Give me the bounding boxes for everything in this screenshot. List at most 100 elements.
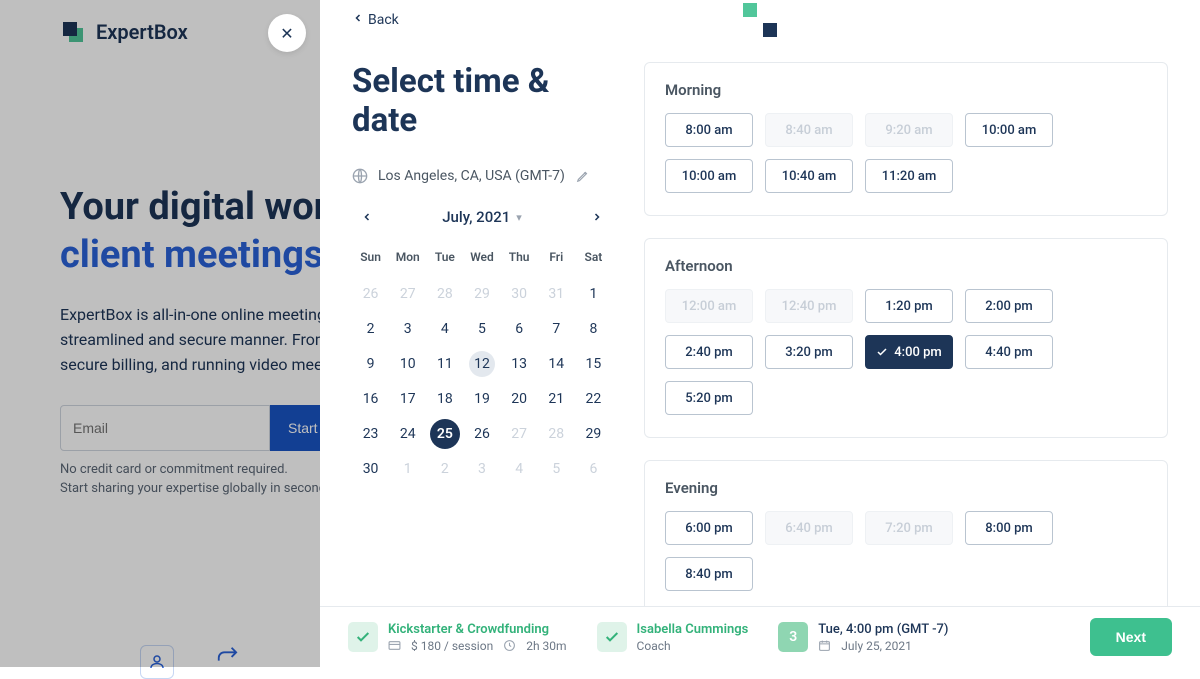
calendar-day[interactable]: 10 bbox=[389, 346, 426, 381]
calendar-day[interactable]: 7 bbox=[538, 311, 575, 346]
calendar-day[interactable]: 6 bbox=[501, 311, 538, 346]
close-icon: ✕ bbox=[280, 24, 293, 43]
pencil-icon[interactable] bbox=[575, 168, 591, 184]
calendar-day[interactable]: 24 bbox=[389, 416, 426, 451]
calendar-weekday: Sat bbox=[575, 250, 612, 276]
when-line: Tue, 4:00 pm (GMT -7) bbox=[818, 622, 948, 637]
calendar-day: 30 bbox=[501, 276, 538, 311]
summary-expert: Isabella Cummings Coach bbox=[597, 622, 749, 653]
calendar-day[interactable]: 23 bbox=[352, 416, 389, 451]
time-slot[interactable]: 2:00 pm bbox=[965, 289, 1053, 323]
calendar-day[interactable]: 9 bbox=[352, 346, 389, 381]
back-button[interactable]: Back bbox=[352, 12, 399, 28]
time-slot[interactable]: 4:40 pm bbox=[965, 335, 1053, 369]
calendar-prev-button[interactable] bbox=[356, 206, 378, 228]
time-slot[interactable]: 10:40 am bbox=[765, 159, 853, 193]
time-slot[interactable]: 8:00 am bbox=[665, 113, 753, 147]
calendar-day[interactable]: 19 bbox=[463, 381, 500, 416]
calendar-day[interactable]: 3 bbox=[389, 311, 426, 346]
calendar-day: 28 bbox=[426, 276, 463, 311]
calendar-weekday: Sun bbox=[352, 250, 389, 276]
step-number-badge: 3 bbox=[778, 622, 808, 652]
time-slot[interactable]: 8:40 pm bbox=[665, 557, 753, 591]
calendar-day[interactable]: 1 bbox=[575, 276, 612, 311]
time-group-label: Afternoon bbox=[665, 257, 1147, 275]
calendar-day[interactable]: 17 bbox=[389, 381, 426, 416]
calendar-weekday: Fri bbox=[538, 250, 575, 276]
time-slot[interactable]: 10:00 am bbox=[965, 113, 1053, 147]
calendar-day: 5 bbox=[538, 451, 575, 486]
calendar-day[interactable]: 13 bbox=[501, 346, 538, 381]
time-slot[interactable]: 1:20 pm bbox=[865, 289, 953, 323]
calendar-grid: SunMonTueWedThuFriSat2627282930311234567… bbox=[352, 250, 612, 486]
time-slot: 12:00 am bbox=[665, 289, 753, 323]
check-icon bbox=[597, 622, 627, 652]
service-price: $ 180 / session bbox=[411, 639, 493, 653]
time-slot[interactable]: 4:00 pm bbox=[865, 335, 953, 369]
timezone-label: Los Angeles, CA, USA (GMT-7) bbox=[378, 168, 565, 184]
time-slot: 9:20 am bbox=[865, 113, 953, 147]
timezone-row[interactable]: Los Angeles, CA, USA (GMT-7) bbox=[352, 168, 612, 202]
time-slot[interactable]: 3:20 pm bbox=[765, 335, 853, 369]
time-slot[interactable]: 5:20 pm bbox=[665, 381, 753, 415]
expert-role: Coach bbox=[637, 639, 671, 653]
calendar-day: 28 bbox=[538, 416, 575, 451]
calendar-day: 6 bbox=[575, 451, 612, 486]
calendar-day[interactable]: 18 bbox=[426, 381, 463, 416]
calendar-day[interactable]: 20 bbox=[501, 381, 538, 416]
check-icon bbox=[348, 622, 378, 652]
time-slot: 6:40 pm bbox=[765, 511, 853, 545]
calendar-day[interactable]: 11 bbox=[426, 346, 463, 381]
chevron-left-icon bbox=[352, 12, 364, 28]
calendar-day[interactable]: 8 bbox=[575, 311, 612, 346]
calendar-next-button[interactable] bbox=[586, 206, 608, 228]
booking-modal: Back Select time & date Los Angeles, CA,… bbox=[320, 0, 1200, 667]
time-slot[interactable]: 11:20 am bbox=[865, 159, 953, 193]
time-slot[interactable]: 2:40 pm bbox=[665, 335, 753, 369]
globe-icon bbox=[352, 168, 368, 184]
calendar-day[interactable]: 26 bbox=[463, 416, 500, 451]
time-group-label: Morning bbox=[665, 81, 1147, 99]
clock-icon bbox=[503, 639, 516, 652]
card-icon bbox=[388, 639, 401, 652]
calendar-day[interactable]: 5 bbox=[463, 311, 500, 346]
calendar-day[interactable]: 21 bbox=[538, 381, 575, 416]
calendar-day[interactable]: 29 bbox=[575, 416, 612, 451]
calendar-day[interactable]: 15 bbox=[575, 346, 612, 381]
calendar-weekday: Wed bbox=[463, 250, 500, 276]
calendar-day[interactable]: 14 bbox=[538, 346, 575, 381]
back-label: Back bbox=[368, 12, 399, 28]
calendar-day[interactable]: 16 bbox=[352, 381, 389, 416]
calendar-day: 26 bbox=[352, 276, 389, 311]
calendar-day[interactable]: 22 bbox=[575, 381, 612, 416]
time-slot[interactable]: 6:00 pm bbox=[665, 511, 753, 545]
date-line: July 25, 2021 bbox=[841, 639, 912, 653]
time-slot: 7:20 pm bbox=[865, 511, 953, 545]
time-slot[interactable]: 10:00 am bbox=[665, 159, 753, 193]
time-group: Evening 6:00 pm 6:40 pm 7:20 pm 8:00 pm 8:40 … bbox=[644, 460, 1168, 606]
calendar-weekday: Tue bbox=[426, 250, 463, 276]
calendar-day: 29 bbox=[463, 276, 500, 311]
calendar-day: 4 bbox=[501, 451, 538, 486]
time-group-label: Evening bbox=[665, 479, 1147, 497]
calendar-day[interactable]: 30 bbox=[352, 451, 389, 486]
calendar-day[interactable]: 12 bbox=[463, 346, 500, 381]
time-slot: 8:40 am bbox=[765, 113, 853, 147]
summary-datetime: 3 Tue, 4:00 pm (GMT -7) July 25, 2021 bbox=[778, 622, 948, 653]
chevron-down-icon: ▾ bbox=[516, 211, 522, 224]
time-group: Afternoon12:00 am12:40 pm1:20 pm2:00 pm2… bbox=[644, 238, 1168, 438]
summary-service: Kickstarter & Crowdfunding $ 180 / sessi… bbox=[348, 622, 567, 653]
time-slot[interactable]: 8:00 pm bbox=[965, 511, 1053, 545]
calendar-icon bbox=[818, 639, 831, 652]
calendar-day[interactable]: 25 bbox=[426, 416, 463, 451]
calendar-month-select[interactable]: July, 2021 ▾ bbox=[442, 208, 522, 226]
calendar-day: 3 bbox=[463, 451, 500, 486]
calendar-day: 27 bbox=[389, 276, 426, 311]
time-group: Morning 8:00 am 8:40 am 9:20 am 10:00 am 10:0… bbox=[644, 62, 1168, 216]
calendar-day: 1 bbox=[389, 451, 426, 486]
time-slot-panel: Morning 8:00 am 8:40 am 9:20 am 10:00 am 10:0… bbox=[644, 62, 1168, 606]
calendar-day[interactable]: 4 bbox=[426, 311, 463, 346]
calendar-day[interactable]: 2 bbox=[352, 311, 389, 346]
next-button[interactable]: Next bbox=[1090, 618, 1172, 656]
close-button[interactable]: ✕ bbox=[268, 14, 306, 52]
